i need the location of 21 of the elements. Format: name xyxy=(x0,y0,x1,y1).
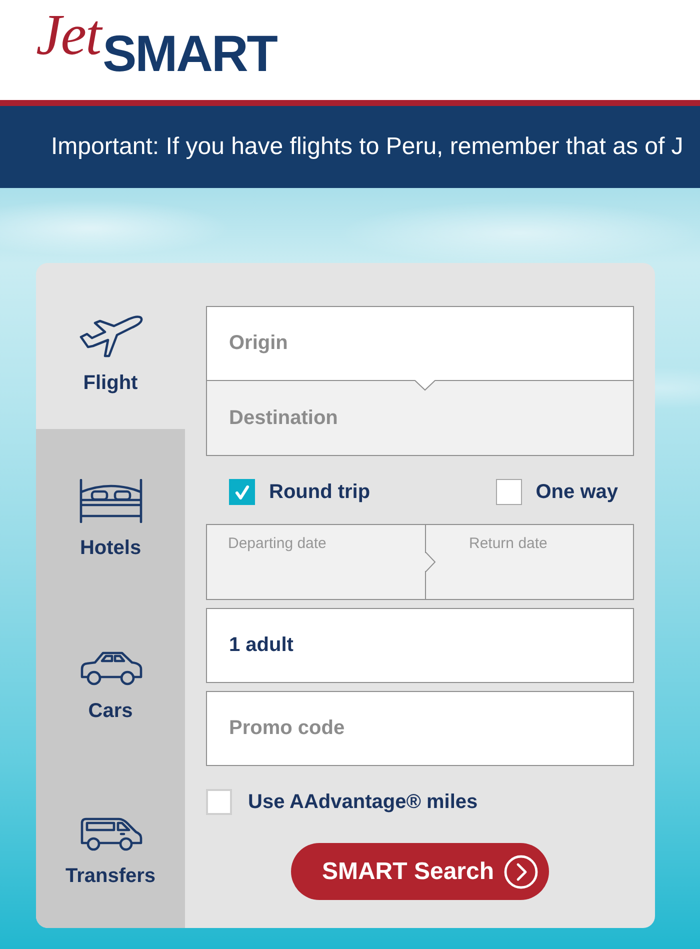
checkbox-label: One way xyxy=(536,480,618,504)
tab[interactable]: Cars xyxy=(36,596,185,762)
van-icon xyxy=(78,816,142,851)
tab[interactable]: Flight xyxy=(36,263,185,430)
tab[interactable]: Hotels xyxy=(36,429,185,596)
checkbox[interactable] xyxy=(229,479,255,505)
origin-field[interactable]: Origin xyxy=(206,306,634,381)
checkbox[interactable] xyxy=(496,479,522,505)
search-button[interactable]: SMART Search xyxy=(290,843,550,900)
notch-icon xyxy=(415,380,435,391)
checkbox[interactable] xyxy=(206,789,232,815)
checkbox-label: Round trip xyxy=(269,480,370,504)
chevron-circle-icon xyxy=(504,854,538,888)
tab[interactable]: Transfers xyxy=(36,762,185,928)
checkbox-label: Use AAdvantage® miles xyxy=(248,790,478,814)
notice-text: Important: If you have flights to Peru, remember that as of J xyxy=(51,133,684,161)
chevron-icon xyxy=(425,552,436,572)
bed-icon xyxy=(78,479,142,524)
car-icon xyxy=(78,650,142,686)
passengers-field[interactable]: 1 adult xyxy=(206,608,634,683)
promo-code-field[interactable]: Promo code xyxy=(206,691,634,766)
